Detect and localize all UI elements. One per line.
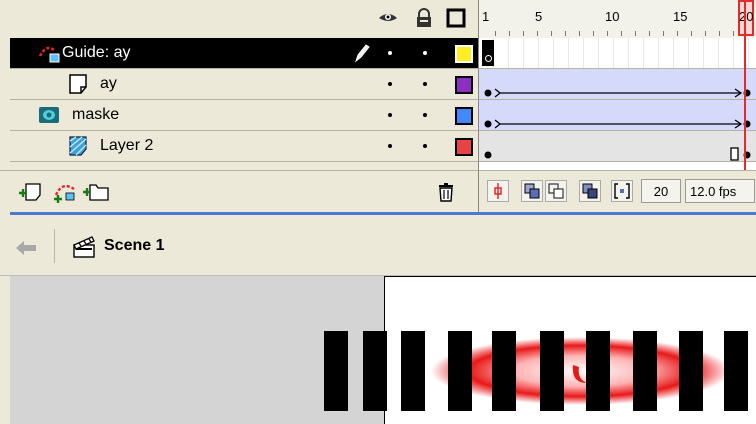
ruler-tick <box>719 31 720 36</box>
layer-name[interactable]: Guide: ay <box>62 44 130 62</box>
add-motion-guide-icon[interactable] <box>52 179 78 203</box>
layer-row-ay[interactable]: ay <box>10 69 478 100</box>
visibility-dot[interactable] <box>388 82 392 86</box>
eye-icon[interactable] <box>378 8 398 28</box>
ruler-label: 15 <box>673 9 688 24</box>
ruler-label: 5 <box>535 9 543 24</box>
frame-row-ay[interactable] <box>478 69 756 100</box>
mask-bar <box>492 331 516 411</box>
ruler-tick <box>635 31 636 36</box>
lock-dot[interactable] <box>423 144 427 148</box>
ruler-tick <box>579 31 580 36</box>
ruler-tick <box>593 31 594 36</box>
ruler-label: 20 <box>739 9 754 24</box>
edit-bar: Scene 1 <box>0 215 756 276</box>
layer-name[interactable]: maske <box>72 106 119 124</box>
mask-bar <box>363 331 387 411</box>
layer-list-spacer <box>10 162 478 170</box>
layer-row-guide-ay[interactable]: Guide: ay <box>10 38 478 69</box>
lock-dot[interactable] <box>423 82 427 86</box>
insert-layer-folder-icon[interactable] <box>82 180 110 202</box>
frame-area-spacer <box>478 162 756 170</box>
mask-bar <box>679 331 703 411</box>
visibility-dot[interactable] <box>388 51 392 55</box>
motion-tween[interactable] <box>479 69 756 100</box>
ruler-tick <box>509 31 510 36</box>
mask-bar <box>401 331 425 411</box>
flash-authoring-window: 1 5 10 15 Guide: ay ay maske Layer 2 20 … <box>0 0 756 424</box>
masked-layer-icon <box>69 136 87 156</box>
frame-ruler[interactable]: 1 5 10 15 <box>478 0 756 38</box>
timeline-toolbar: 20 12.0 fps <box>478 170 756 212</box>
frame-rate-field[interactable]: 12.0 fps <box>685 179 755 203</box>
ruler-tick <box>523 31 524 36</box>
edit-multiple-frames-button[interactable] <box>579 180 601 202</box>
layer-row-maske[interactable]: maske <box>10 100 478 131</box>
ruler-tick <box>677 31 678 36</box>
ruler-tick <box>495 31 496 36</box>
scene-clapper-icon <box>73 236 95 258</box>
back-arrow-icon[interactable] <box>14 239 38 257</box>
ruler-label: 1 <box>482 9 490 24</box>
guided-layer-icon <box>69 74 87 94</box>
ruler-tick <box>649 31 650 36</box>
layer-header <box>0 0 478 38</box>
layer-toolbar <box>0 170 478 213</box>
motion-tween[interactable] <box>479 100 756 131</box>
outline-color-swatch[interactable] <box>455 107 473 125</box>
toolbar-separator <box>54 229 55 263</box>
lock-icon[interactable] <box>414 8 434 28</box>
mask-bar <box>724 331 748 411</box>
outline-color-swatch[interactable] <box>455 138 473 156</box>
center-frame-icon <box>494 183 502 199</box>
onion-skin-icon <box>524 183 540 199</box>
frame-row-layer-2[interactable] <box>478 131 756 162</box>
visibility-dot[interactable] <box>388 144 392 148</box>
mask-layer-icon <box>39 107 59 123</box>
onion-markers-icon <box>614 183 630 199</box>
mask-bar <box>586 331 610 411</box>
layer-row-layer-2[interactable]: Layer 2 <box>10 131 478 162</box>
layer-name[interactable]: Layer 2 <box>100 137 153 155</box>
layer-name[interactable]: ay <box>100 75 117 93</box>
selected-frame[interactable] <box>482 40 494 66</box>
ruler-tick <box>705 31 706 36</box>
frame-row-maske[interactable] <box>478 100 756 131</box>
scene-label[interactable]: Scene 1 <box>104 237 164 255</box>
pencil-icon <box>354 44 370 63</box>
ruler-tick <box>621 31 622 36</box>
ruler-label: 10 <box>605 9 620 24</box>
empty-keyframe[interactable] <box>485 55 492 62</box>
trash-icon[interactable] <box>436 182 456 202</box>
lock-dot[interactable] <box>423 113 427 117</box>
insert-layer-icon[interactable] <box>18 181 42 203</box>
current-frame-field[interactable]: 20 <box>641 179 681 203</box>
mask-bar <box>448 331 472 411</box>
ruler-tick <box>691 31 692 36</box>
outline-icon[interactable] <box>446 8 466 28</box>
mask-bar <box>540 331 564 411</box>
static-frames[interactable] <box>479 131 756 162</box>
outline-color-swatch[interactable] <box>455 76 473 94</box>
visibility-dot[interactable] <box>388 113 392 117</box>
work-area-edge <box>0 276 10 424</box>
ruler-tick <box>733 31 734 36</box>
onion-skin-button[interactable] <box>521 180 543 202</box>
frame-row-guide-ay[interactable] <box>478 38 756 69</box>
onion-skin-outlines-button[interactable] <box>545 180 567 202</box>
ruler-tick <box>607 31 608 36</box>
outline-color-swatch[interactable] <box>455 45 473 63</box>
lock-dot[interactable] <box>423 51 427 55</box>
modify-onion-markers-button[interactable] <box>611 180 633 202</box>
guide-layer-icon <box>38 46 60 63</box>
edit-multiple-frames-icon <box>582 183 598 199</box>
center-frame-button[interactable] <box>487 180 509 202</box>
ruler-tick <box>565 31 566 36</box>
ruler-tick <box>551 31 552 36</box>
mask-bar <box>324 331 348 411</box>
mask-bar <box>633 331 657 411</box>
ruler-tick <box>663 31 664 36</box>
ruler-tick <box>537 31 538 36</box>
onion-skin-outlines-icon <box>548 183 564 199</box>
